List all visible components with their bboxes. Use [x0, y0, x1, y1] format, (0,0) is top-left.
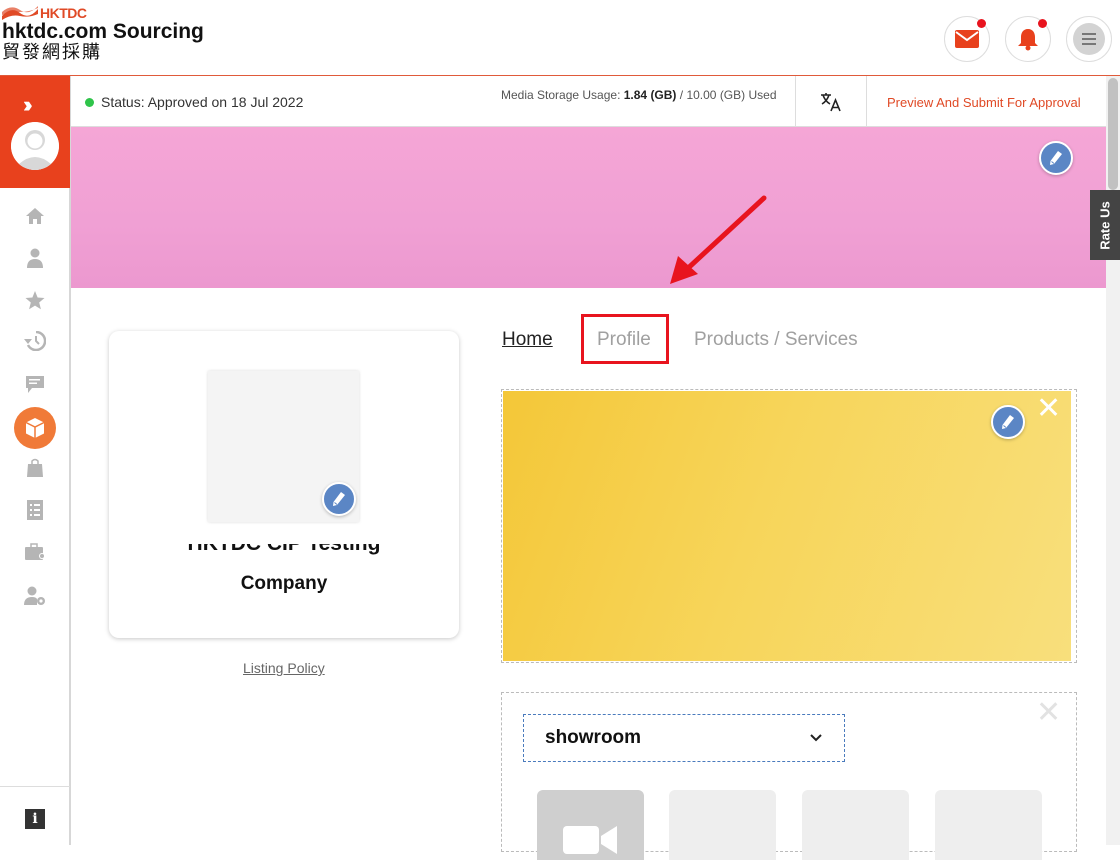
company-card: HKTDC CIP Testing Company: [109, 331, 459, 638]
star-icon[interactable]: [23, 288, 47, 312]
chevron-down-icon: [810, 734, 822, 742]
mail-icon: [955, 30, 979, 48]
logo[interactable]: HKTDC hktdc.com Sourcing 貿發網採購: [2, 5, 204, 63]
expand-sidebar-icon[interactable]: ››: [23, 92, 32, 118]
edit-logo-button[interactable]: [322, 482, 356, 516]
mail-badge: [977, 19, 986, 28]
logo-subtitle: 貿發網採購: [2, 42, 102, 63]
pencil-icon: [333, 492, 345, 506]
box-icon: [25, 418, 45, 438]
pencil-icon: [1002, 415, 1014, 429]
user-icon[interactable]: [23, 246, 47, 270]
sidebar-item-products-active[interactable]: [14, 407, 56, 449]
briefcase-icon[interactable]: [23, 540, 47, 564]
logo-title: hktdc.com Sourcing: [2, 20, 204, 43]
approval-status: Status: Approved on 18 Jul 2022: [85, 94, 303, 110]
media-storage-usage: Media Storage Usage: 1.84 (GB) / 10.00 (…: [501, 88, 777, 102]
showroom-select-value: showroom: [545, 727, 642, 748]
video-camera-icon: [563, 826, 617, 854]
avatar[interactable]: [11, 122, 59, 170]
sidebar-footer: i: [0, 786, 70, 845]
menu-icon: [1073, 23, 1105, 55]
info-icon[interactable]: i: [25, 809, 45, 829]
storage-label: Media Storage Usage:: [501, 88, 621, 102]
status-bar: Status: Approved on 18 Jul 2022 Media St…: [71, 76, 1106, 127]
translate-button[interactable]: [795, 76, 867, 127]
user-settings-icon[interactable]: [23, 584, 47, 608]
menu-button[interactable]: [1066, 16, 1112, 62]
annotation-arrow-icon: [670, 195, 767, 284]
header: HKTDC hktdc.com Sourcing 貿發網採購: [0, 0, 1120, 76]
showroom-thumbnail[interactable]: [935, 790, 1042, 860]
storage-total: / 10.00 (GB) Used: [679, 88, 777, 102]
checklist-icon[interactable]: [23, 498, 47, 522]
mail-button[interactable]: [944, 16, 990, 62]
showroom-thumbnail[interactable]: [802, 790, 909, 860]
tab-products-services[interactable]: Products / Services: [694, 329, 858, 351]
company-name-line2: Company: [240, 573, 328, 594]
bag-icon[interactable]: [23, 456, 47, 480]
status-text: Status: Approved on 18 Jul 2022: [101, 94, 304, 110]
close-showroom-icon[interactable]: ✕: [1036, 698, 1061, 728]
notification-badge: [1038, 19, 1047, 28]
sidebar-header: ››: [0, 76, 70, 188]
edit-banner-button[interactable]: [1039, 141, 1073, 175]
showroom-thumbnail-video[interactable]: [537, 790, 644, 860]
storage-used: 1.84 (GB): [623, 88, 677, 102]
showroom-section: showroom ✕: [501, 692, 1077, 860]
rate-us-label: Rate Us: [1097, 200, 1113, 250]
showroom-thumbnail[interactable]: [669, 790, 776, 860]
history-icon[interactable]: [23, 329, 47, 353]
showroom-select[interactable]: showroom: [523, 714, 845, 762]
user-avatar-icon: [11, 122, 59, 170]
pencil-icon: [1050, 151, 1062, 165]
close-hero-icon[interactable]: ✕: [1036, 394, 1061, 424]
message-icon[interactable]: [23, 372, 47, 396]
scrollbar-thumb[interactable]: [1108, 78, 1118, 190]
translate-icon: [821, 92, 841, 111]
listing-policy-link[interactable]: Listing Policy: [243, 660, 325, 676]
tab-home[interactable]: Home: [502, 329, 553, 351]
company-name-line1: HKTDC CIP Testing: [109, 544, 459, 558]
status-dot-icon: [85, 97, 94, 107]
hero-image: [503, 391, 1071, 661]
logo-mark-text: HKTDC: [40, 5, 87, 21]
home-icon[interactable]: [23, 204, 47, 228]
preview-submit-link[interactable]: Preview And Submit For Approval: [887, 95, 1081, 110]
edit-hero-button[interactable]: [991, 405, 1025, 439]
bell-icon: [1018, 29, 1038, 51]
sidebar: ›› i: [0, 76, 71, 845]
profile-highlight-annotation: [581, 314, 669, 364]
rate-us-tab[interactable]: Rate Us: [1090, 190, 1120, 260]
company-logo-placeholder: [208, 371, 359, 522]
cover-banner: [71, 127, 1106, 288]
notification-button[interactable]: [1005, 16, 1051, 62]
hktdc-wave-icon: [2, 6, 38, 20]
hero-image-section: ✕: [501, 389, 1077, 663]
